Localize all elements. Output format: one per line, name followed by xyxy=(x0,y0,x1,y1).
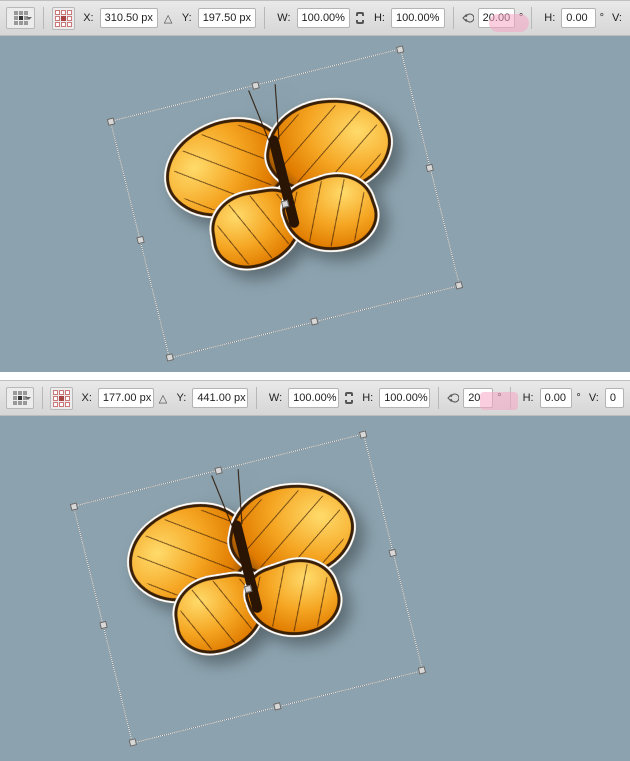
handle-ml[interactable] xyxy=(136,235,144,243)
handle-mr[interactable] xyxy=(425,163,433,171)
handle-center[interactable] xyxy=(244,584,252,592)
delta-icon[interactable]: △ xyxy=(162,12,174,24)
handle-bl[interactable] xyxy=(129,738,137,746)
handle-tr[interactable] xyxy=(396,45,404,53)
handle-tl[interactable] xyxy=(70,502,78,510)
degree-symbol: ° xyxy=(576,392,580,404)
x-label: X: xyxy=(83,12,93,24)
panel-2: X: 177.00 px △ Y: 441.00 px W: 100.00% H… xyxy=(0,380,630,761)
separator xyxy=(256,387,257,409)
reference-point-control[interactable] xyxy=(52,7,75,30)
x-input[interactable]: 177.00 px xyxy=(98,388,154,408)
handle-tm[interactable] xyxy=(214,466,222,474)
transform-options-bar: X: 310.50 px △ Y: 197.50 px W: 100.00% H… xyxy=(0,0,630,36)
degree-symbol: ° xyxy=(497,392,501,404)
skew-h-label: H: xyxy=(523,392,534,404)
link-aspect-icon[interactable] xyxy=(354,12,366,24)
separator xyxy=(453,7,454,29)
transform-tool-picker[interactable] xyxy=(6,387,34,409)
y-input[interactable]: 441.00 px xyxy=(192,388,248,408)
handle-tr[interactable] xyxy=(359,430,367,438)
x-label: X: xyxy=(81,392,91,404)
panel-1: X: 310.50 px △ Y: 197.50 px W: 100.00% H… xyxy=(0,0,630,372)
w-input[interactable]: 100.00% xyxy=(297,8,351,28)
separator xyxy=(264,7,265,29)
separator xyxy=(43,7,44,29)
h-label: H: xyxy=(362,392,373,404)
handle-ml[interactable] xyxy=(99,620,107,628)
transform-options-bar: X: 177.00 px △ Y: 441.00 px W: 100.00% H… xyxy=(0,380,630,416)
separator xyxy=(510,387,511,409)
degree-symbol: ° xyxy=(519,12,523,24)
y-label: Y: xyxy=(177,392,187,404)
canvas-area[interactable] xyxy=(0,416,630,761)
rotation-input[interactable]: 20.00 xyxy=(478,8,515,28)
handle-mr[interactable] xyxy=(388,548,396,556)
handle-br[interactable] xyxy=(455,281,463,289)
skew-v-input[interactable]: 0 xyxy=(605,388,624,408)
skew-v-label: V: xyxy=(612,12,622,24)
h-input[interactable]: 100.00% xyxy=(391,8,445,28)
rotation-input[interactable]: 20 xyxy=(463,388,493,408)
y-input[interactable]: 197.50 px xyxy=(198,8,257,28)
panel-gap xyxy=(0,372,630,380)
handle-bm[interactable] xyxy=(310,317,318,325)
handle-br[interactable] xyxy=(418,666,426,674)
w-label: W: xyxy=(269,392,282,404)
skew-v-label: V: xyxy=(589,392,599,404)
transform-bounding-box[interactable] xyxy=(110,48,460,358)
link-aspect-icon[interactable] xyxy=(343,392,354,404)
handle-bm[interactable] xyxy=(273,702,281,710)
handle-bl[interactable] xyxy=(166,353,174,361)
w-label: W: xyxy=(277,12,290,24)
h-label: H: xyxy=(374,12,385,24)
handle-tl[interactable] xyxy=(107,117,115,125)
separator xyxy=(531,7,532,29)
rotate-icon xyxy=(447,392,459,404)
delta-icon[interactable]: △ xyxy=(158,392,169,404)
handle-center[interactable] xyxy=(281,199,289,207)
w-input[interactable]: 100.00% xyxy=(288,388,339,408)
degree-symbol: ° xyxy=(600,12,604,24)
transform-bounding-box[interactable] xyxy=(73,433,423,743)
transform-tool-picker[interactable] xyxy=(6,7,35,29)
y-label: Y: xyxy=(182,12,192,24)
skew-h-input[interactable]: 0.00 xyxy=(561,8,595,28)
canvas-area[interactable] xyxy=(0,36,630,372)
rotate-icon xyxy=(462,12,474,24)
skew-h-label: H: xyxy=(544,12,555,24)
separator xyxy=(438,387,439,409)
separator xyxy=(42,387,43,409)
x-input[interactable]: 310.50 px xyxy=(100,8,159,28)
skew-h-input[interactable]: 0.00 xyxy=(540,388,573,408)
h-input[interactable]: 100.00% xyxy=(379,388,430,408)
handle-tm[interactable] xyxy=(251,81,259,89)
reference-point-control[interactable] xyxy=(50,387,73,410)
